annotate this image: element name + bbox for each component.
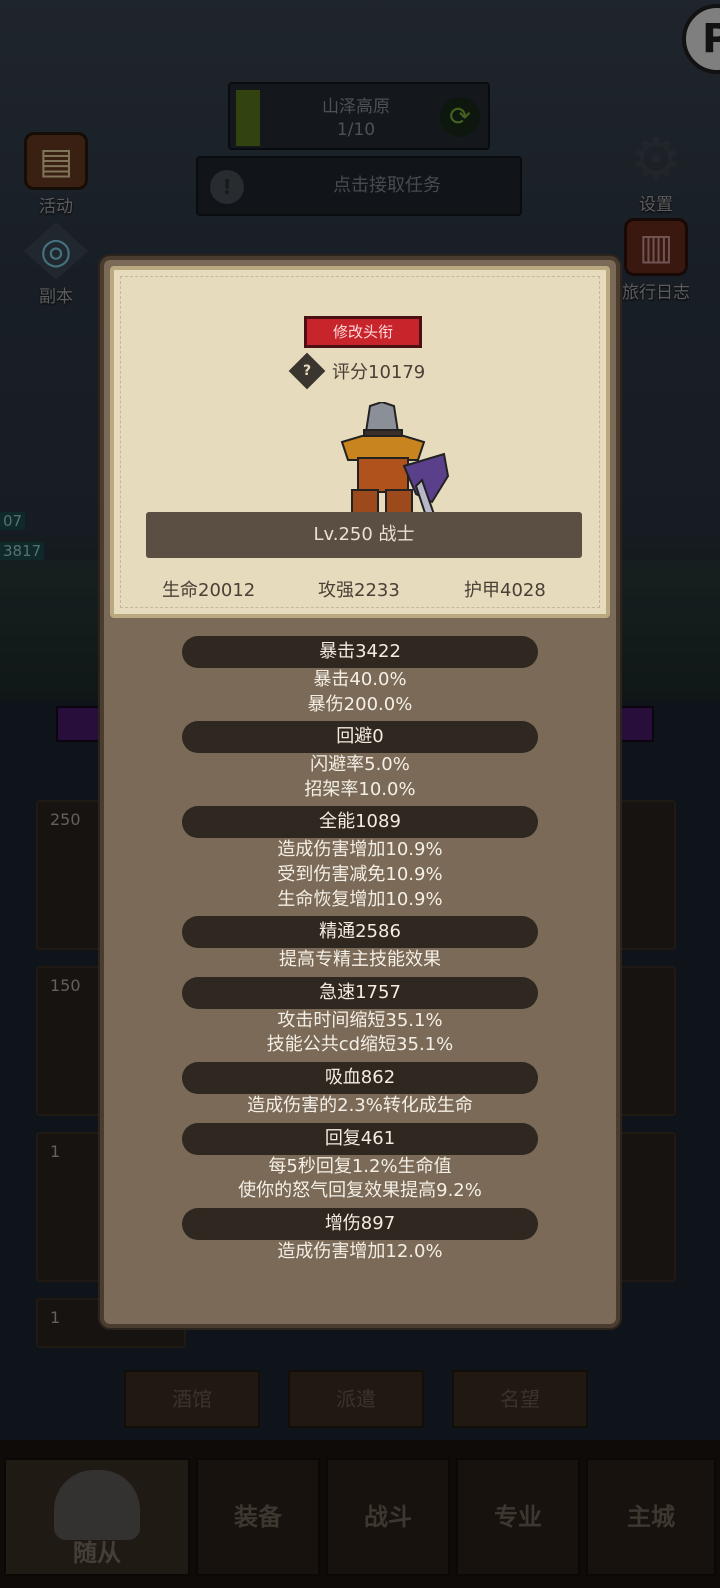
stat-detail: 技能公共cd缩短35.1% — [266, 1034, 454, 1056]
rename-title-button[interactable]: 修改头衔 — [304, 316, 422, 348]
hp-stat: 生命20012 — [162, 580, 256, 601]
stat-group-regen: 回复461 每5秒回复1.2%生命值 使你的怒气回复效果提高9.2% — [104, 1122, 616, 1204]
attack-stat: 攻强2233 — [318, 580, 400, 601]
stat-header: 吸血862 — [182, 1061, 538, 1094]
level-class-bar: Lv.250 战士 — [146, 512, 582, 558]
stat-header: 急速1757 — [182, 976, 538, 1009]
stat-header: 增伤897 — [182, 1207, 538, 1240]
stat-group-crit: 暴击3422 暴击40.0% 暴伤200.0% — [104, 636, 616, 717]
stat-group-leech: 吸血862 造成伤害的2.3%转化成生命 — [104, 1061, 616, 1119]
stat-group-damage-bonus: 增伤897 造成伤害增加12.0% — [104, 1207, 616, 1265]
stat-detail: 使你的怒气回复效果提高9.2% — [238, 1180, 482, 1202]
secondary-stats-list: 暴击3422 暴击40.0% 暴伤200.0% 回避0 闪避率5.0% 招架率1… — [104, 636, 616, 1268]
stat-header: 回复461 — [182, 1122, 538, 1155]
stat-detail: 暴伤200.0% — [307, 693, 413, 715]
stat-header: 回避0 — [182, 721, 538, 754]
stat-header: 暴击3422 — [182, 636, 538, 668]
stat-header: 精通2586 — [182, 916, 538, 949]
character-card: 修改头衔 ? 评分10179 Lv.250 战士 生命20012 攻强2233 … — [110, 266, 610, 618]
stat-detail: 闪避率5.0% — [310, 754, 410, 776]
stat-detail: 受到伤害减免10.9% — [277, 863, 443, 885]
stat-header: 全能1089 — [182, 806, 538, 839]
stat-detail: 每5秒回复1.2%生命值 — [268, 1155, 452, 1177]
score-row: ? 评分10179 — [288, 352, 426, 390]
stat-detail: 造成伤害的2.3%转化成生命 — [247, 1094, 473, 1116]
stat-detail: 攻击时间缩短35.1% — [277, 1009, 443, 1031]
character-detail-panel: 修改头衔 ? 评分10179 Lv.250 战士 生命20012 攻强2233 … — [100, 256, 620, 1328]
stat-group-mastery: 精通2586 提高专精主技能效果 — [104, 916, 616, 973]
stat-group-haste: 急速1757 攻击时间缩短35.1% 技能公共cd缩短35.1% — [104, 976, 616, 1058]
armor-stat: 护甲4028 — [464, 580, 546, 601]
stat-detail: 暴击40.0% — [313, 669, 407, 690]
stat-detail: 生命恢复增加10.9% — [277, 888, 443, 910]
stat-detail: 造成伤害增加10.9% — [277, 839, 443, 861]
score-text: 评分10179 — [332, 362, 426, 383]
stat-group-avoidance: 回避0 闪避率5.0% 招架率10.0% — [104, 721, 616, 802]
stat-detail: 造成伤害增加12.0% — [277, 1240, 443, 1262]
stat-detail: 招架率10.0% — [304, 778, 416, 800]
stat-detail: 提高专精主技能效果 — [279, 949, 441, 971]
help-icon[interactable]: ? — [288, 352, 326, 390]
stat-group-versatility: 全能1089 造成伤害增加10.9% 受到伤害减免10.9% 生命恢复增加10.… — [104, 806, 616, 912]
